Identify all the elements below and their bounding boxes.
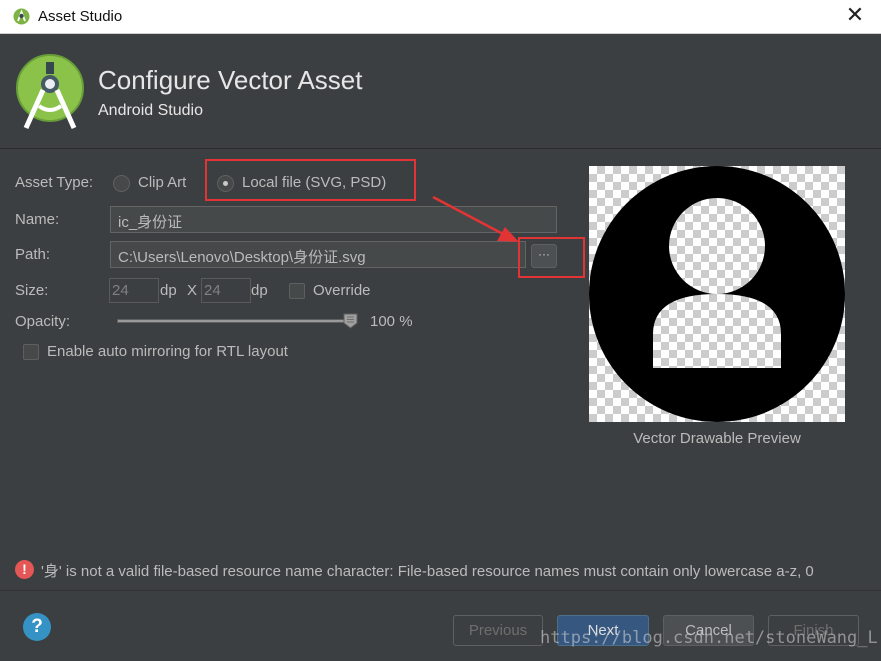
error-icon: !	[15, 560, 34, 579]
opacity-label: Opacity:	[15, 313, 71, 330]
watermark-url: https://blog.csdn.net/stoneWang_L	[540, 628, 878, 648]
account-circle-icon	[589, 166, 845, 422]
opacity-slider-thumb[interactable]	[343, 313, 358, 329]
size-label: Size:	[15, 282, 49, 299]
size-unit-width: dp	[160, 282, 177, 299]
rtl-checkbox[interactable]	[23, 344, 39, 360]
help-button[interactable]: ?	[23, 613, 51, 641]
preview-caption: Vector Drawable Preview	[633, 430, 801, 447]
previous-button[interactable]: Previous	[453, 615, 543, 646]
opacity-value: 100 %	[370, 313, 413, 330]
error-text: '身' is not a valid file-based resource n…	[41, 563, 814, 580]
size-separator: X	[187, 282, 198, 299]
footer-divider	[0, 590, 881, 591]
size-height-field[interactable]: 24	[201, 278, 251, 303]
vector-preview	[589, 166, 845, 422]
size-width-field[interactable]: 24	[109, 278, 159, 303]
opacity-slider[interactable]	[117, 319, 351, 323]
rtl-label[interactable]: Enable auto mirroring for RTL layout	[47, 343, 288, 360]
override-label[interactable]: Override	[313, 282, 371, 299]
override-checkbox[interactable]	[289, 283, 305, 299]
size-unit-height: dp	[251, 282, 268, 299]
error-message: ! '身' is not a valid file-based resource…	[15, 559, 881, 581]
